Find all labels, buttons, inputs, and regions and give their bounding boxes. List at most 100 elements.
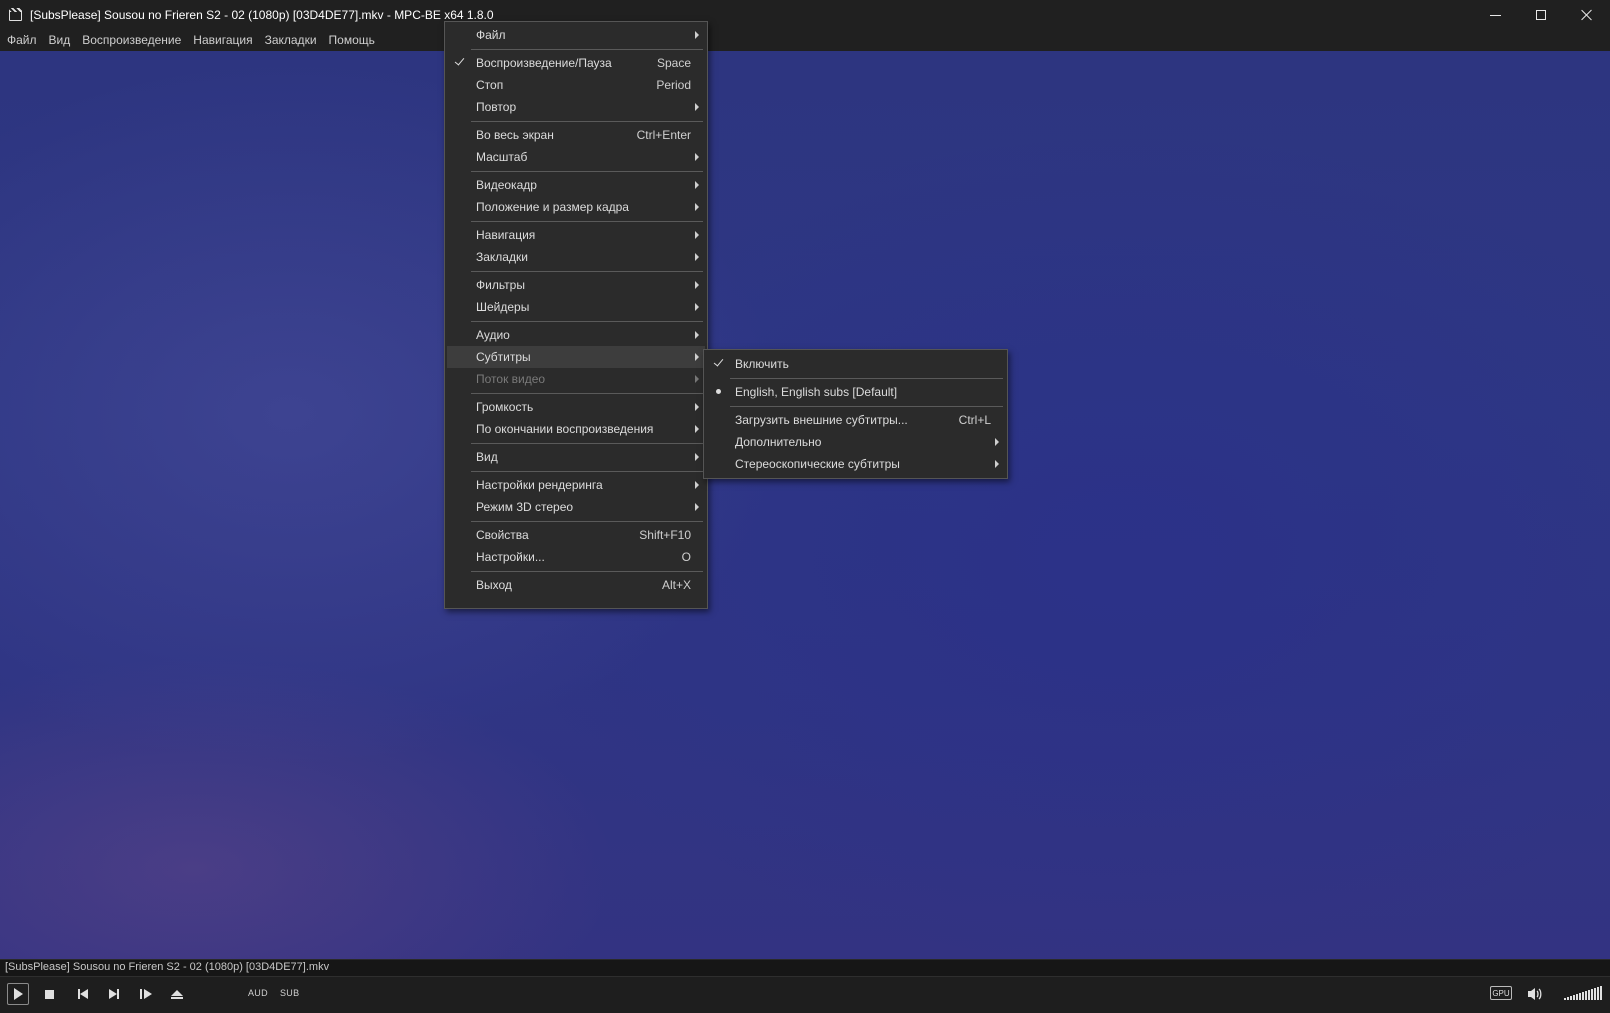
play-button[interactable] [7, 983, 29, 1005]
ctx-properties[interactable]: Свойства Shift+F10 [447, 524, 705, 546]
frame-step-icon [140, 989, 152, 999]
checkmark-icon [714, 357, 724, 369]
next-icon [109, 989, 119, 999]
submenu-arrow-icon [695, 303, 699, 311]
menu-view[interactable]: Вид [43, 30, 77, 51]
submenu-arrow-icon [695, 353, 699, 361]
close-icon [1581, 9, 1593, 21]
sub-advanced[interactable]: Дополнительно [706, 431, 1005, 453]
ctx-pan-scan[interactable]: Положение и размер кадра [447, 196, 705, 218]
ctx-audio[interactable]: Аудио [447, 324, 705, 346]
submenu-arrow-icon [695, 453, 699, 461]
submenu-arrow-icon [695, 403, 699, 411]
menu-separator [471, 471, 703, 472]
ctx-filters[interactable]: Фильтры [447, 274, 705, 296]
menu-separator [730, 378, 1003, 379]
menu-file[interactable]: Файл [1, 30, 43, 51]
ctx-play-pause[interactable]: Воспроизведение/Пауза Space [447, 52, 705, 74]
controls-bar: AUD SUB GPU [0, 976, 1610, 1013]
submenu-arrow-icon [995, 438, 999, 446]
status-filename: [SubsPlease] Sousou no Frieren S2 - 02 (… [5, 961, 330, 973]
ctx-render-settings[interactable]: Настройки рендеринга [447, 474, 705, 496]
sub-stereoscopic[interactable]: Стереоскопические субтитры [706, 453, 1005, 475]
ctx-shaders[interactable]: Шейдеры [447, 296, 705, 318]
submenu-arrow-icon [695, 181, 699, 189]
audio-track-button[interactable]: AUD [248, 988, 268, 998]
menu-separator [471, 49, 703, 50]
subtitles-submenu: Включить English, English subs [Default]… [703, 349, 1008, 479]
ctx-file[interactable]: Файл [447, 24, 705, 46]
minimize-button[interactable] [1472, 0, 1518, 30]
menu-bookmarks[interactable]: Закладки [259, 30, 323, 51]
ctx-subtitles[interactable]: Субтитры [447, 346, 705, 368]
frame-step-button[interactable] [135, 983, 157, 1005]
checkmark-icon [455, 56, 465, 68]
submenu-arrow-icon [695, 375, 699, 383]
ctx-view[interactable]: Вид [447, 446, 705, 468]
gpu-indicator[interactable]: GPU [1490, 986, 1512, 1000]
close-button[interactable] [1564, 0, 1610, 30]
ctx-stop[interactable]: Стоп Period [447, 74, 705, 96]
play-icon [13, 988, 23, 1000]
menu-separator [471, 221, 703, 222]
ctx-repeat[interactable]: Повтор [447, 96, 705, 118]
sub-track-english[interactable]: English, English subs [Default] [706, 381, 1005, 403]
menu-help[interactable]: Помощь [323, 30, 381, 51]
submenu-arrow-icon [695, 203, 699, 211]
submenu-arrow-icon [695, 153, 699, 161]
ctx-video-frame[interactable]: Видеокадр [447, 174, 705, 196]
menu-separator [471, 571, 703, 572]
menu-separator [471, 521, 703, 522]
previous-icon [78, 989, 88, 999]
ctx-navigation[interactable]: Навигация [447, 224, 705, 246]
submenu-arrow-icon [695, 331, 699, 339]
submenu-arrow-icon [695, 103, 699, 111]
sub-enable[interactable]: Включить [706, 353, 1005, 375]
ctx-exit[interactable]: Выход Alt+X [447, 574, 705, 596]
ctx-volume[interactable]: Громкость [447, 396, 705, 418]
volume-slider[interactable] [1564, 986, 1602, 1000]
next-button[interactable] [103, 983, 125, 1005]
menu-navigation[interactable]: Навигация [187, 30, 258, 51]
ctx-fullscreen[interactable]: Во весь экран Ctrl+Enter [447, 124, 705, 146]
submenu-arrow-icon [695, 253, 699, 261]
menu-separator [471, 393, 703, 394]
ctx-bookmarks[interactable]: Закладки [447, 246, 705, 268]
ctx-video-stream: Поток видео [447, 368, 705, 390]
radio-dot-icon [716, 389, 721, 394]
video-area[interactable] [0, 51, 1610, 959]
maximize-button[interactable] [1518, 0, 1564, 30]
menu-separator [471, 443, 703, 444]
mpc-be-app-icon[interactable] [8, 7, 24, 23]
submenu-arrow-icon [695, 503, 699, 511]
menu-separator [730, 406, 1003, 407]
submenu-arrow-icon [695, 31, 699, 39]
menu-playback[interactable]: Воспроизведение [76, 30, 187, 51]
sub-load-external[interactable]: Загрузить внешние субтитры... Ctrl+L [706, 409, 1005, 431]
stop-icon [44, 989, 54, 999]
title-bar: [SubsPlease] Sousou no Frieren S2 - 02 (… [0, 0, 1610, 30]
status-bar: [SubsPlease] Sousou no Frieren S2 - 02 (… [0, 959, 1610, 976]
menu-separator [471, 171, 703, 172]
maximize-icon [1536, 10, 1546, 20]
context-menu: Файл Воспроизведение/Пауза Space Стоп Peri… [444, 21, 708, 609]
ctx-zoom[interactable]: Масштаб [447, 146, 705, 168]
submenu-arrow-icon [695, 231, 699, 239]
speaker-icon[interactable] [1526, 986, 1544, 1002]
menu-bar: Файл Вид Воспроизведение Навигация Закла… [0, 30, 1610, 51]
previous-button[interactable] [72, 983, 94, 1005]
submenu-arrow-icon [695, 425, 699, 433]
menu-separator [471, 271, 703, 272]
ctx-options[interactable]: Настройки... O [447, 546, 705, 568]
stop-button[interactable] [38, 983, 60, 1005]
subtitle-track-button[interactable]: SUB [280, 988, 299, 998]
submenu-arrow-icon [995, 460, 999, 468]
eject-icon [171, 989, 183, 999]
submenu-arrow-icon [695, 481, 699, 489]
eject-button[interactable] [166, 983, 188, 1005]
ctx-after-playback[interactable]: По окончании воспроизведения [447, 418, 705, 440]
submenu-arrow-icon [695, 281, 699, 289]
window-title: [SubsPlease] Sousou no Frieren S2 - 02 (… [30, 8, 494, 22]
minimize-icon [1489, 14, 1501, 16]
ctx-3d-stereo[interactable]: Режим 3D стерео [447, 496, 705, 518]
